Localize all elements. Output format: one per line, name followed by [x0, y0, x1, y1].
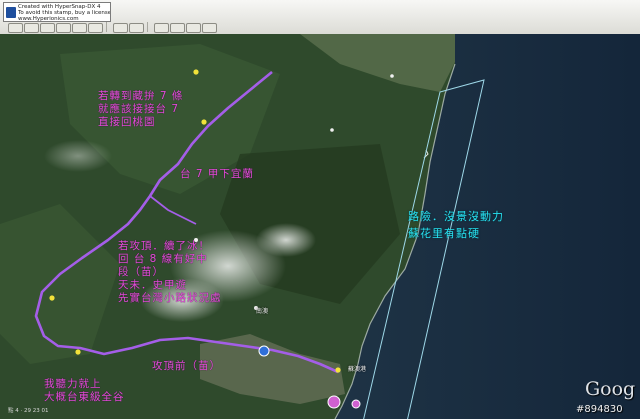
cloud-cover [44, 140, 112, 172]
note-center-line: 先實台灣小路狀況處 [118, 292, 222, 304]
ruler-icon[interactable] [154, 23, 169, 33]
waypoint-marker[interactable] [193, 69, 199, 75]
note-bottom-mid: 攻頂前（苗） [152, 360, 221, 372]
email-icon[interactable] [170, 23, 185, 33]
toolbar-separator [106, 22, 107, 32]
placemark-icon[interactable] [24, 23, 39, 33]
note-mid: 台 7 甲下宜蘭 [180, 168, 254, 180]
note-top-line: 就應該接接台 7 [98, 103, 180, 115]
place-label: 蘇澳港 [348, 366, 367, 373]
tour-icon[interactable] [88, 23, 103, 33]
polygon-icon[interactable] [40, 23, 55, 33]
note-top-line: 直接回桃園 [98, 116, 156, 128]
print-icon[interactable] [186, 23, 201, 33]
note-center: 若攻頂．續了冰！ 回 台 8 線有好中 段（苗） 天未．史甲遊 先實台灣小路狀況… [118, 240, 222, 305]
coordinate-readout: 點 4 · 29 23 01 [8, 408, 49, 414]
badge-line-3: www.Hyperionics.com [18, 16, 79, 22]
note-bottom-left-line: 大概台東級全谷 [44, 391, 125, 403]
toolbar: Created with HyperSnap-DX 4 To avoid thi… [0, 0, 640, 35]
path-icon[interactable] [56, 23, 71, 33]
note-right-line: 蘇花里有點硬 [408, 227, 480, 240]
sidebar-toggle-icon[interactable] [8, 23, 23, 33]
cloud-cover [256, 223, 316, 257]
hypersnap-logo-icon [6, 7, 16, 18]
note-right: 路險．沒景沒動力 蘇花里有點硬 [408, 208, 504, 242]
sky-icon[interactable] [129, 23, 144, 33]
route-marker-icon[interactable] [351, 399, 361, 409]
overlay-icon[interactable] [72, 23, 87, 33]
note-right-line: 路險．沒景沒動力 [408, 210, 504, 223]
waypoint-marker[interactable] [49, 295, 55, 301]
highway-shield-icon[interactable] [258, 345, 270, 357]
place-dot[interactable] [390, 74, 394, 78]
place-label: 南澳 [256, 308, 269, 315]
note-center-line: 若攻頂．續了冰！ [118, 240, 210, 252]
google-logo: Goog [585, 378, 636, 400]
satellite-map[interactable] [0, 34, 640, 419]
note-center-line: 回 台 8 線有好中 [118, 253, 208, 265]
note-top-line: 若轉到藏拚 7 條 [98, 90, 184, 102]
view-in-maps-icon[interactable] [202, 23, 217, 33]
toolbar-separator [147, 22, 148, 32]
waypoint-marker[interactable] [335, 367, 341, 373]
note-bottom-left-line: 我聽力就上 [44, 378, 102, 390]
note-center-line: 段（苗） [118, 266, 164, 278]
watermark-id: #894830 [576, 404, 623, 415]
waypoint-marker[interactable] [201, 119, 207, 125]
waypoint-marker[interactable] [75, 349, 81, 355]
hypersnap-badge: Created with HyperSnap-DX 4 To avoid thi… [3, 2, 111, 22]
place-dot[interactable] [330, 128, 334, 132]
note-center-line: 天未．史甲遊 [118, 279, 187, 291]
sun-icon[interactable] [113, 23, 128, 33]
note-bottom-left: 我聽力就上 大概台東級全谷 [44, 378, 125, 404]
current-position-icon[interactable] [327, 395, 341, 409]
note-top: 若轉到藏拚 7 條 就應該接接台 7 直接回桃園 [98, 90, 183, 129]
